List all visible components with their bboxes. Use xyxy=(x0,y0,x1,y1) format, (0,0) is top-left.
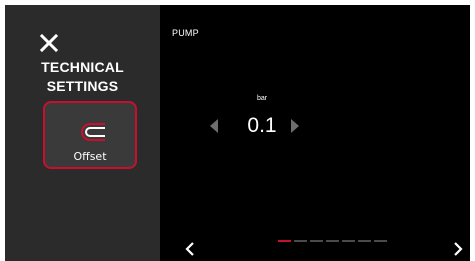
pager-dot[interactable] xyxy=(374,240,387,242)
screen: TECHNICAL SETTINGS Offset PUMP bar 0.1 xyxy=(5,5,470,261)
pager-dot[interactable] xyxy=(358,240,371,242)
sidebar-title-line1: TECHNICAL xyxy=(41,59,124,75)
offset-button[interactable]: Offset xyxy=(43,101,137,169)
chevron-left-icon[interactable] xyxy=(184,240,196,258)
sidebar-title-line2: SETTINGS xyxy=(46,78,119,94)
pager-dot[interactable] xyxy=(310,240,323,242)
value-unit: bar xyxy=(256,95,268,102)
pager-dot[interactable] xyxy=(342,240,355,242)
close-icon[interactable] xyxy=(38,32,60,54)
pager-dot[interactable] xyxy=(326,240,339,242)
value-display: 0.1 xyxy=(247,114,277,137)
section-title: PUMP xyxy=(172,28,199,38)
chevron-right-icon[interactable] xyxy=(452,240,464,258)
pager-dot[interactable] xyxy=(278,240,291,242)
offset-label: Offset xyxy=(73,150,107,163)
pager xyxy=(278,240,387,243)
triangle-left-icon[interactable] xyxy=(209,118,219,134)
main-panel: PUMP bar 0.1 xyxy=(160,5,470,261)
offset-icon xyxy=(80,121,106,143)
pager-dot[interactable] xyxy=(294,240,307,242)
sidebar: TECHNICAL SETTINGS Offset xyxy=(5,5,160,261)
sidebar-title: TECHNICAL SETTINGS xyxy=(5,58,160,96)
triangle-right-icon[interactable] xyxy=(290,118,300,134)
